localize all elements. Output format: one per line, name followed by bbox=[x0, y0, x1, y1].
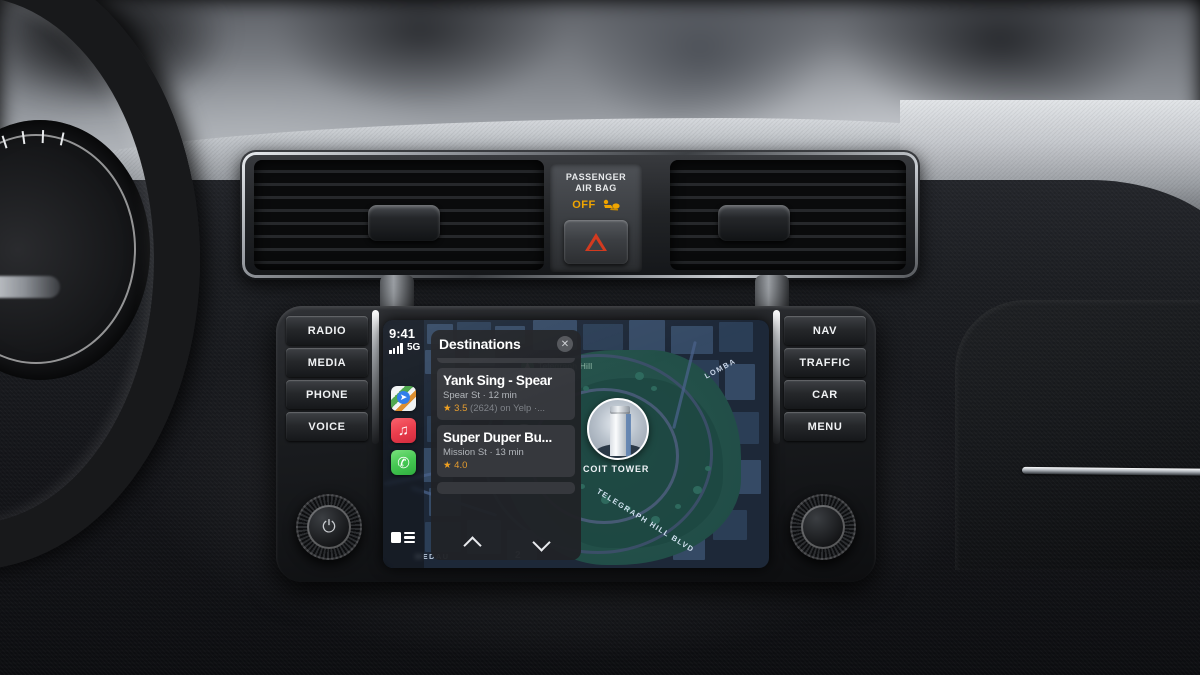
stalk-highlight bbox=[0, 276, 60, 298]
chevron-down-icon[interactable] bbox=[532, 534, 550, 552]
carplay-sidebar: 9:41 5G ➤ ♫ ✆ bbox=[383, 320, 424, 568]
destination-subtitle: Spear St · 12 min bbox=[443, 390, 517, 401]
chevron-up-icon[interactable] bbox=[463, 534, 481, 552]
rating-value: 3.5 bbox=[454, 403, 468, 414]
passenger-airbag-panel: PASSENGER AIR BAG OFF bbox=[550, 164, 642, 272]
network-type-label: 5G bbox=[407, 342, 421, 353]
hazard-lights-button[interactable] bbox=[564, 220, 628, 264]
car-button[interactable]: CAR bbox=[784, 380, 866, 409]
destination-rating: ★ 4.0 bbox=[443, 459, 569, 472]
destinations-panel: Destinations ✕ ★ 4.0 (653) on Yelp · $$ bbox=[431, 330, 581, 560]
power-icon: ⏻ bbox=[322, 517, 336, 536]
list-item[interactable]: Yank Sing - Spear Spear St · 12 min ★ 3.… bbox=[437, 368, 575, 420]
phone-button[interactable]: PHONE bbox=[286, 380, 368, 409]
status-time: 9:41 bbox=[389, 326, 416, 341]
airbag-person-icon bbox=[603, 199, 620, 211]
airbag-line2: AIR BAG bbox=[575, 183, 617, 193]
media-button[interactable]: MEDIA bbox=[286, 348, 368, 377]
coit-tower-landmark-icon[interactable] bbox=[587, 398, 649, 460]
bezel-chrome-right bbox=[773, 310, 780, 444]
signal-strength-icon bbox=[389, 343, 403, 354]
destinations-scroll-controls bbox=[437, 530, 575, 556]
review-count: (2624) bbox=[470, 403, 498, 414]
airbag-line1: PASSENGER bbox=[565, 172, 627, 182]
destinations-list[interactable]: ★ 4.0 (653) on Yelp · $$ Yank Sing - Spe… bbox=[437, 358, 575, 530]
tune-knob[interactable] bbox=[790, 494, 856, 560]
power-volume-knob[interactable]: ⏻ bbox=[296, 494, 362, 560]
menu-button[interactable]: MENU bbox=[784, 412, 866, 441]
home-lines-icon bbox=[403, 532, 415, 543]
star-icon: ★ bbox=[443, 403, 452, 414]
head-unit: RADIO MEDIA PHONE VOICE NAV TRAFFIC CAR … bbox=[271, 301, 881, 587]
destinations-header: Destinations ✕ bbox=[431, 330, 581, 358]
rating-source: on Yelp ·... bbox=[500, 403, 546, 414]
glovebox-panel bbox=[955, 300, 1200, 570]
list-item[interactable]: ★ 4.0 (653) on Yelp · $$ bbox=[437, 358, 575, 363]
destination-name: Yank Sing - Spear bbox=[443, 373, 552, 388]
hazard-triangle-icon bbox=[585, 233, 607, 251]
traffic-button[interactable]: TRAFFIC bbox=[784, 348, 866, 377]
car-interior-scene: 100 PASSENGER AIR BAG OFF bbox=[0, 0, 1200, 675]
star-icon: ★ bbox=[443, 460, 452, 471]
list-item[interactable]: Super Duper Bu... Mission St · 13 min ★ … bbox=[437, 425, 575, 477]
airbag-status: OFF bbox=[572, 199, 596, 211]
voice-button[interactable]: VOICE bbox=[286, 412, 368, 441]
close-icon[interactable]: ✕ bbox=[557, 336, 573, 352]
carplay-home-button[interactable] bbox=[391, 532, 415, 543]
radio-button[interactable]: RADIO bbox=[286, 316, 368, 345]
destination-subtitle: Mission St · 13 min bbox=[443, 447, 524, 458]
rating-value: 4.0 bbox=[454, 460, 468, 471]
list-item[interactable] bbox=[437, 482, 575, 494]
hard-button-bank-left: RADIO MEDIA PHONE VOICE bbox=[286, 316, 368, 444]
home-square-icon bbox=[391, 532, 401, 543]
bezel-chrome-left bbox=[372, 310, 379, 444]
coit-tower-label: COIT TOWER bbox=[583, 464, 650, 474]
hard-button-bank-right: NAV TRAFFIC CAR MENU bbox=[784, 316, 866, 444]
carplay-screen[interactable]: ♟ Telegraph Hill Pioneer Park ♣ LOMBA TE… bbox=[383, 320, 769, 568]
destination-name: Super Duper Bu... bbox=[443, 430, 552, 445]
nav-button[interactable]: NAV bbox=[784, 316, 866, 345]
destination-rating: ★ 3.5 (2624) on Yelp ·... bbox=[443, 402, 569, 415]
maps-app-icon[interactable]: ➤ bbox=[391, 386, 416, 411]
maps-pin-glyph: ➤ bbox=[397, 391, 410, 404]
vent-direction-knob-left[interactable] bbox=[368, 205, 440, 241]
phone-app-icon[interactable]: ✆ bbox=[391, 450, 416, 475]
music-app-icon[interactable]: ♫ bbox=[391, 418, 416, 443]
vent-direction-knob-right[interactable] bbox=[718, 205, 790, 241]
destinations-title: Destinations bbox=[439, 336, 521, 352]
